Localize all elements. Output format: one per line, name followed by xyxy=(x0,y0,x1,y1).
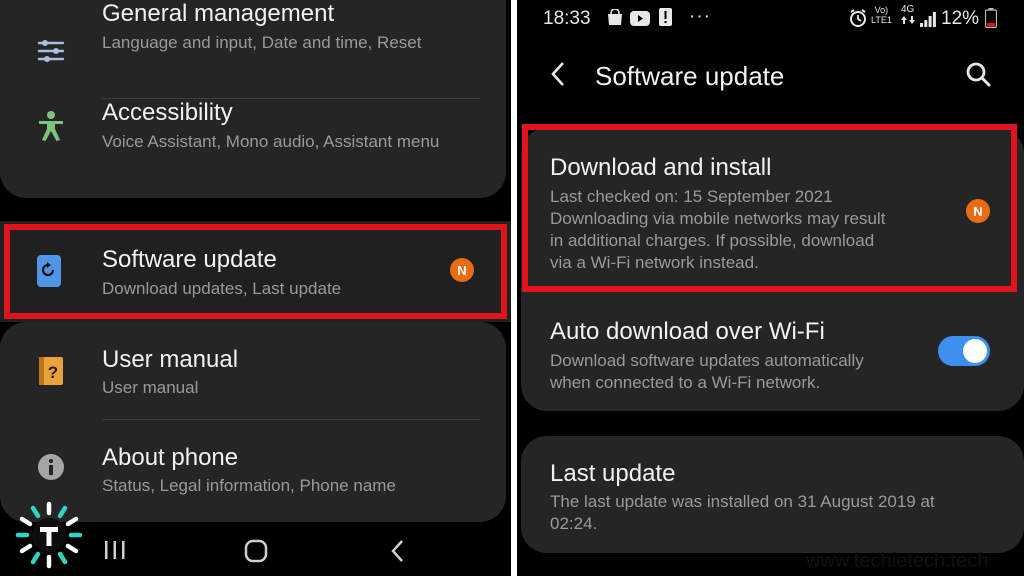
accessibility-subtitle: Voice Assistant, Mono audio, Assistant m… xyxy=(102,132,440,151)
last-update-card[interactable]: Last update The last update was installe… xyxy=(521,436,1024,553)
data-type-indicator: 4G xyxy=(901,5,915,28)
red-highlight-box xyxy=(4,224,507,319)
auto-download-toggle[interactable] xyxy=(938,336,990,366)
battery-percent: 12% xyxy=(941,8,980,29)
auto-download-description: Download software updates automatically … xyxy=(550,350,864,394)
user-manual-icon: ? xyxy=(34,354,68,388)
user-manual-subtitle: User manual xyxy=(102,378,199,397)
data-arrows-icon xyxy=(901,16,915,24)
watermark-text: www.techietech.tech xyxy=(806,550,989,572)
search-icon[interactable] xyxy=(965,61,991,92)
general-management-subtitle: Language and input, Date and time, Reset xyxy=(102,33,422,52)
youtube-icon xyxy=(630,10,650,32)
home-icon[interactable] xyxy=(244,539,268,568)
accessibility-icon xyxy=(34,109,68,143)
volte-indicator: Vo) LTE1 xyxy=(871,5,892,25)
about-phone-subtitle: Status, Legal information, Phone name xyxy=(102,476,396,495)
about-phone-title: About phone xyxy=(102,444,239,471)
description-line: when connected to a Wi-Fi network. xyxy=(550,373,821,392)
general-management-title: General management xyxy=(102,0,335,27)
settings-item-accessibility[interactable]: Accessibility Voice Assistant, Mono audi… xyxy=(0,99,506,197)
status-time: 18:33 xyxy=(543,8,591,29)
auto-download-title: Auto download over Wi-Fi xyxy=(550,318,825,345)
settings-card-bottom: ? User manual User manual About phone St… xyxy=(0,322,506,522)
sliders-icon xyxy=(34,34,68,68)
description-line: Download software updates automatically xyxy=(550,351,864,370)
red-highlight-box xyxy=(522,124,1017,292)
more-notifications: ··· xyxy=(689,6,711,27)
back-icon[interactable] xyxy=(390,539,406,568)
toggle-knob xyxy=(963,339,987,363)
settings-item-user-manual[interactable]: ? User manual User manual xyxy=(0,322,506,420)
lte-label: LTE1 xyxy=(871,15,892,25)
shopping-bag-icon xyxy=(607,8,623,32)
status-bar: 18:33 ··· Vo) LTE1 4G 12% xyxy=(517,0,1024,36)
alarm-icon xyxy=(849,9,867,33)
left-phone-screen: General management Language and input, D… xyxy=(0,0,511,576)
signal-icon xyxy=(920,11,936,33)
last-update-description: The last update was installed on 31 Augu… xyxy=(550,491,935,535)
alert-icon xyxy=(659,8,672,32)
svg-text:?: ? xyxy=(48,363,58,382)
techietech-logo-icon xyxy=(14,500,84,570)
info-icon xyxy=(34,450,68,484)
description-line: The last update was installed on 31 Augu… xyxy=(550,492,935,511)
accessibility-title: Accessibility xyxy=(102,99,233,126)
settings-item-general-management[interactable]: General management Language and input, D… xyxy=(0,0,506,98)
settings-card-top: General management Language and input, D… xyxy=(0,0,506,198)
user-manual-title: User manual xyxy=(102,346,239,373)
data-type-label: 4G xyxy=(901,4,915,15)
recents-icon[interactable] xyxy=(104,540,126,565)
back-arrow-icon[interactable] xyxy=(550,61,566,92)
last-update-title: Last update xyxy=(550,460,676,487)
page-title: Software update xyxy=(595,61,785,91)
volte-label: Vo) xyxy=(874,5,889,15)
description-line: 02:24. xyxy=(550,514,598,533)
battery-icon xyxy=(984,8,998,34)
